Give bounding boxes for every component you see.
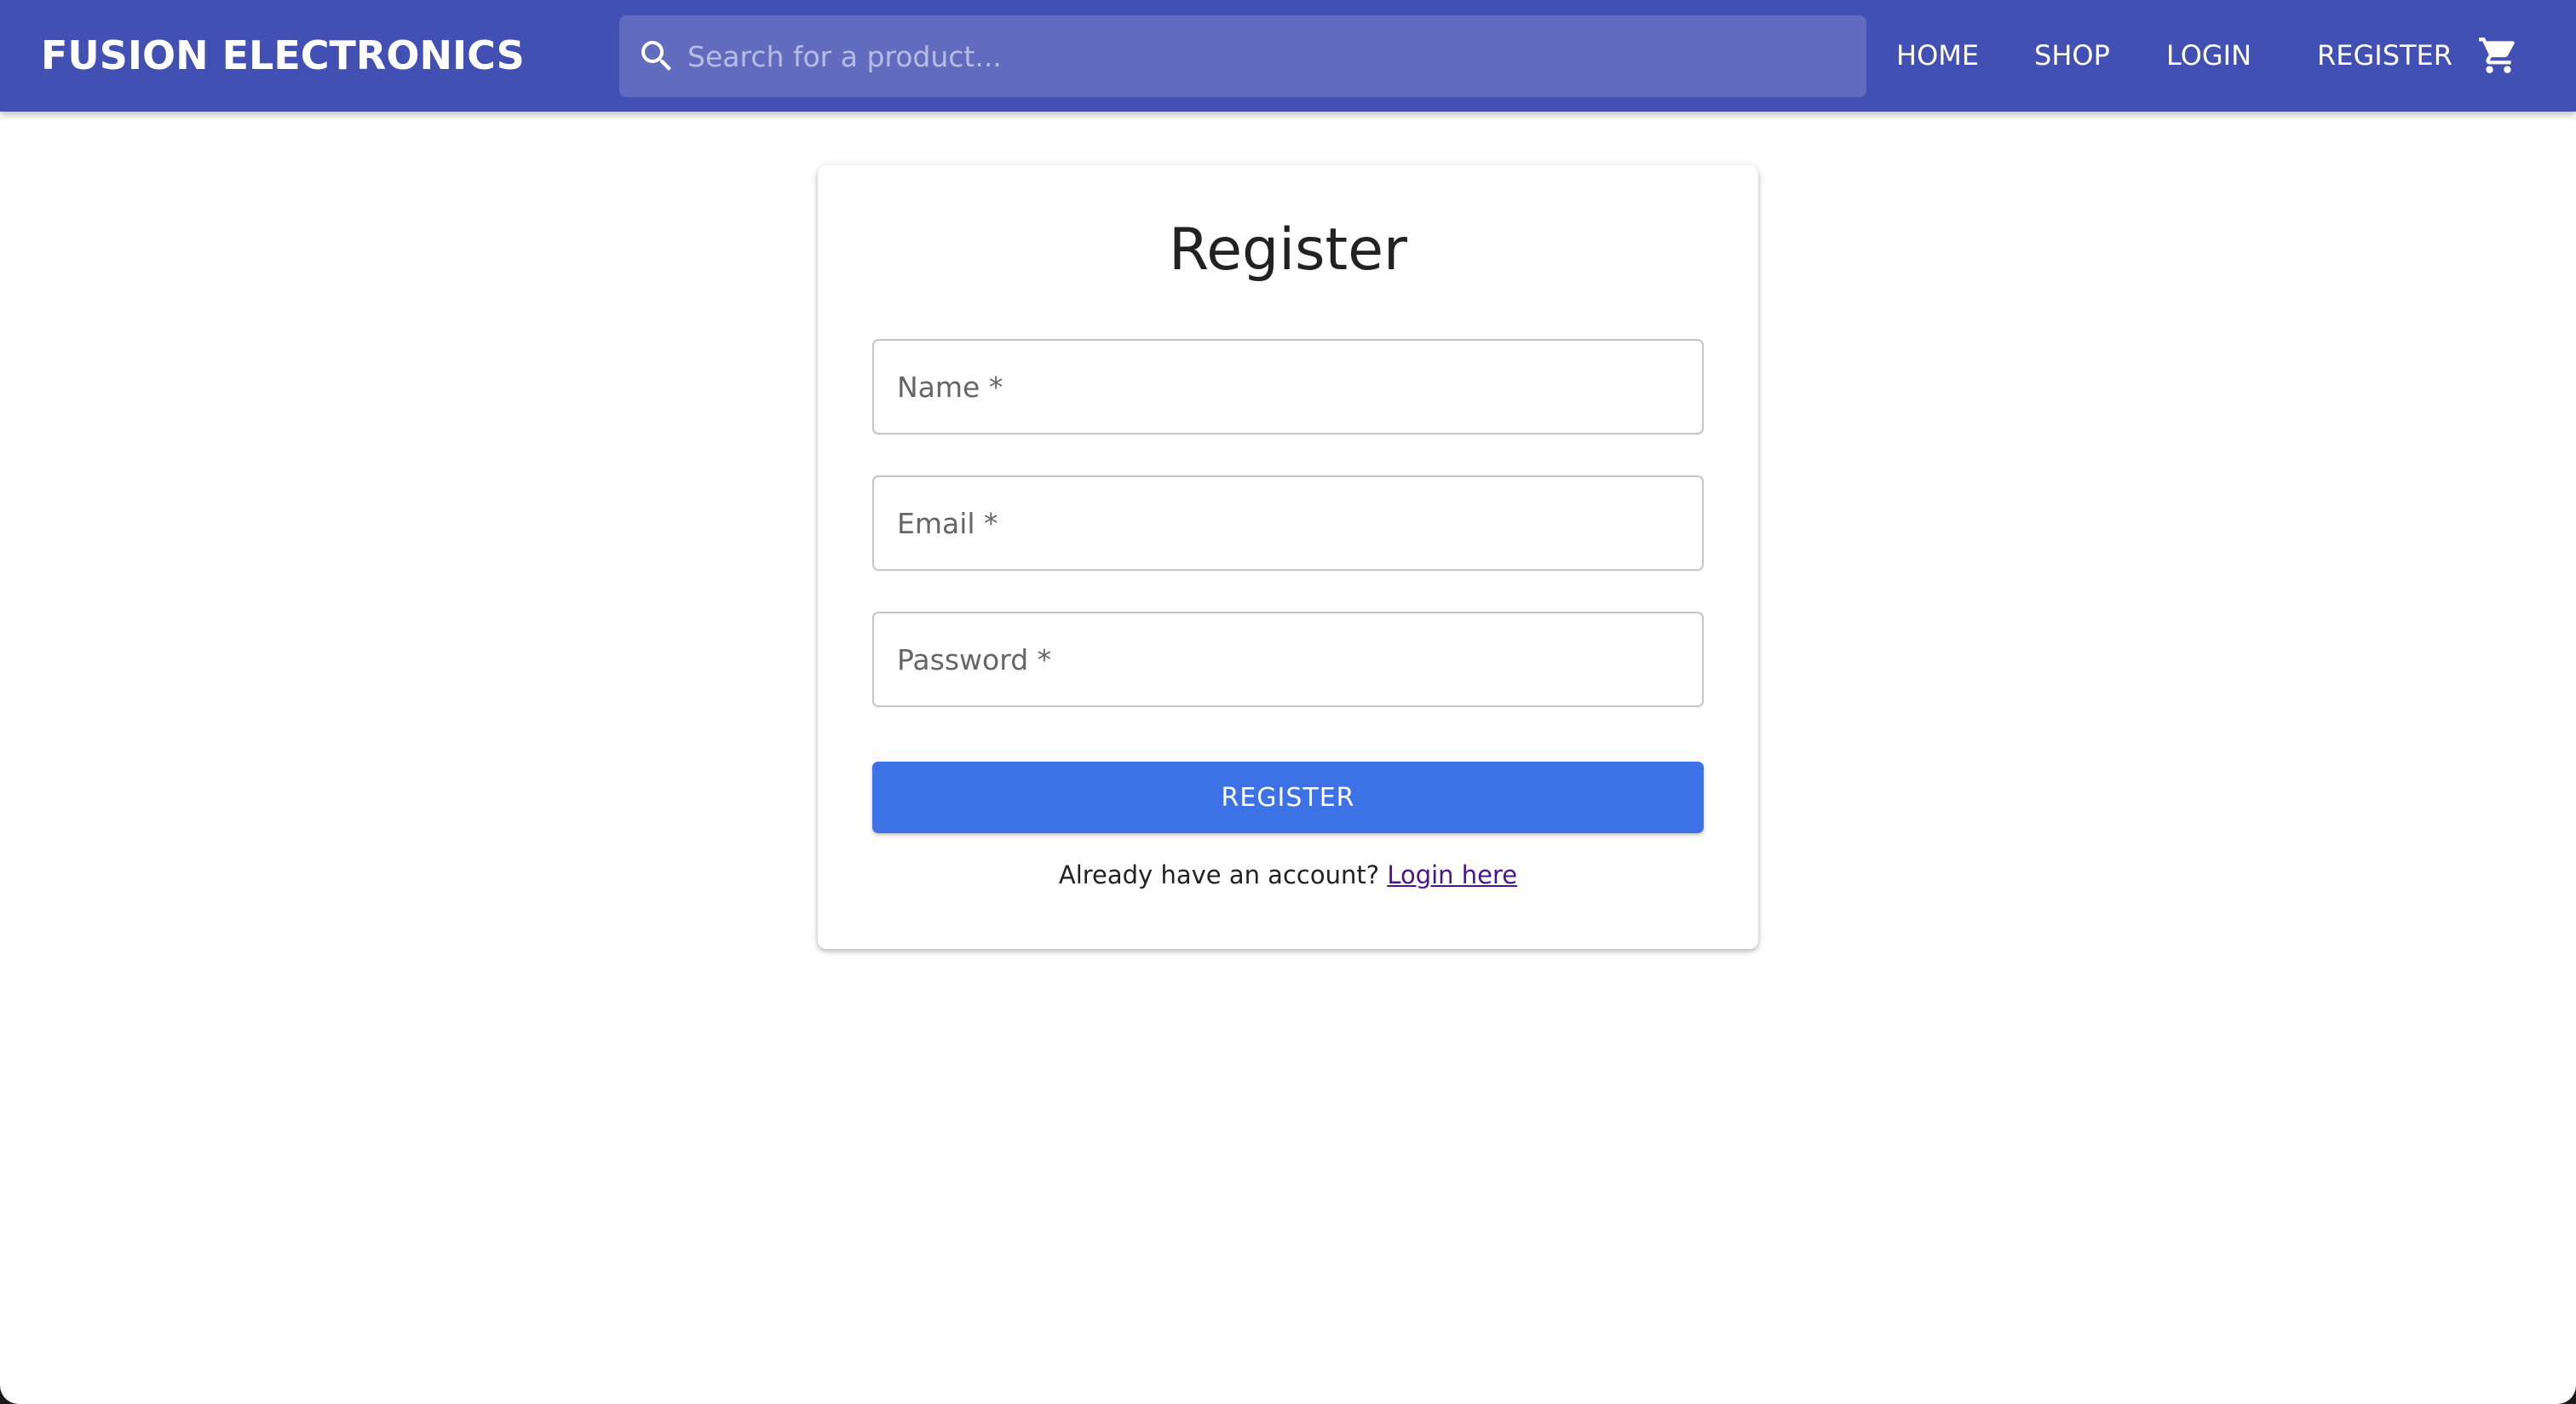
nav-login[interactable]: LOGIN (2166, 0, 2251, 112)
password-field[interactable] (872, 612, 1704, 707)
nav-shop[interactable]: SHOP (2034, 0, 2110, 112)
login-prompt-text: Already have an account? (1058, 860, 1380, 889)
email-input[interactable] (874, 477, 1702, 569)
login-prompt: Already have an account? Login here (818, 860, 1758, 889)
register-card: Register REGISTER Already have an accoun… (818, 165, 1758, 949)
brand-logo[interactable]: FUSION ELECTRONICS (41, 0, 525, 112)
register-button[interactable]: REGISTER (872, 762, 1704, 833)
page-title: Register (1169, 216, 1407, 284)
search-input[interactable] (687, 15, 1846, 97)
name-input[interactable] (874, 341, 1702, 433)
app-window: FUSION ELECTRONICS HOME SHOP LOGIN REGIS… (0, 0, 2576, 1404)
app-bar: FUSION ELECTRONICS HOME SHOP LOGIN REGIS… (0, 0, 2576, 112)
password-input[interactable] (874, 613, 1702, 705)
search-bar[interactable] (619, 15, 1866, 97)
nav-home[interactable]: HOME (1896, 0, 1979, 112)
nav-register[interactable]: REGISTER (2317, 0, 2452, 112)
search-icon (641, 41, 671, 71)
name-field[interactable] (872, 339, 1704, 434)
shopping-cart-icon[interactable] (2477, 34, 2520, 77)
login-here-link[interactable]: Login here (1387, 860, 1517, 889)
email-field[interactable] (872, 475, 1704, 571)
